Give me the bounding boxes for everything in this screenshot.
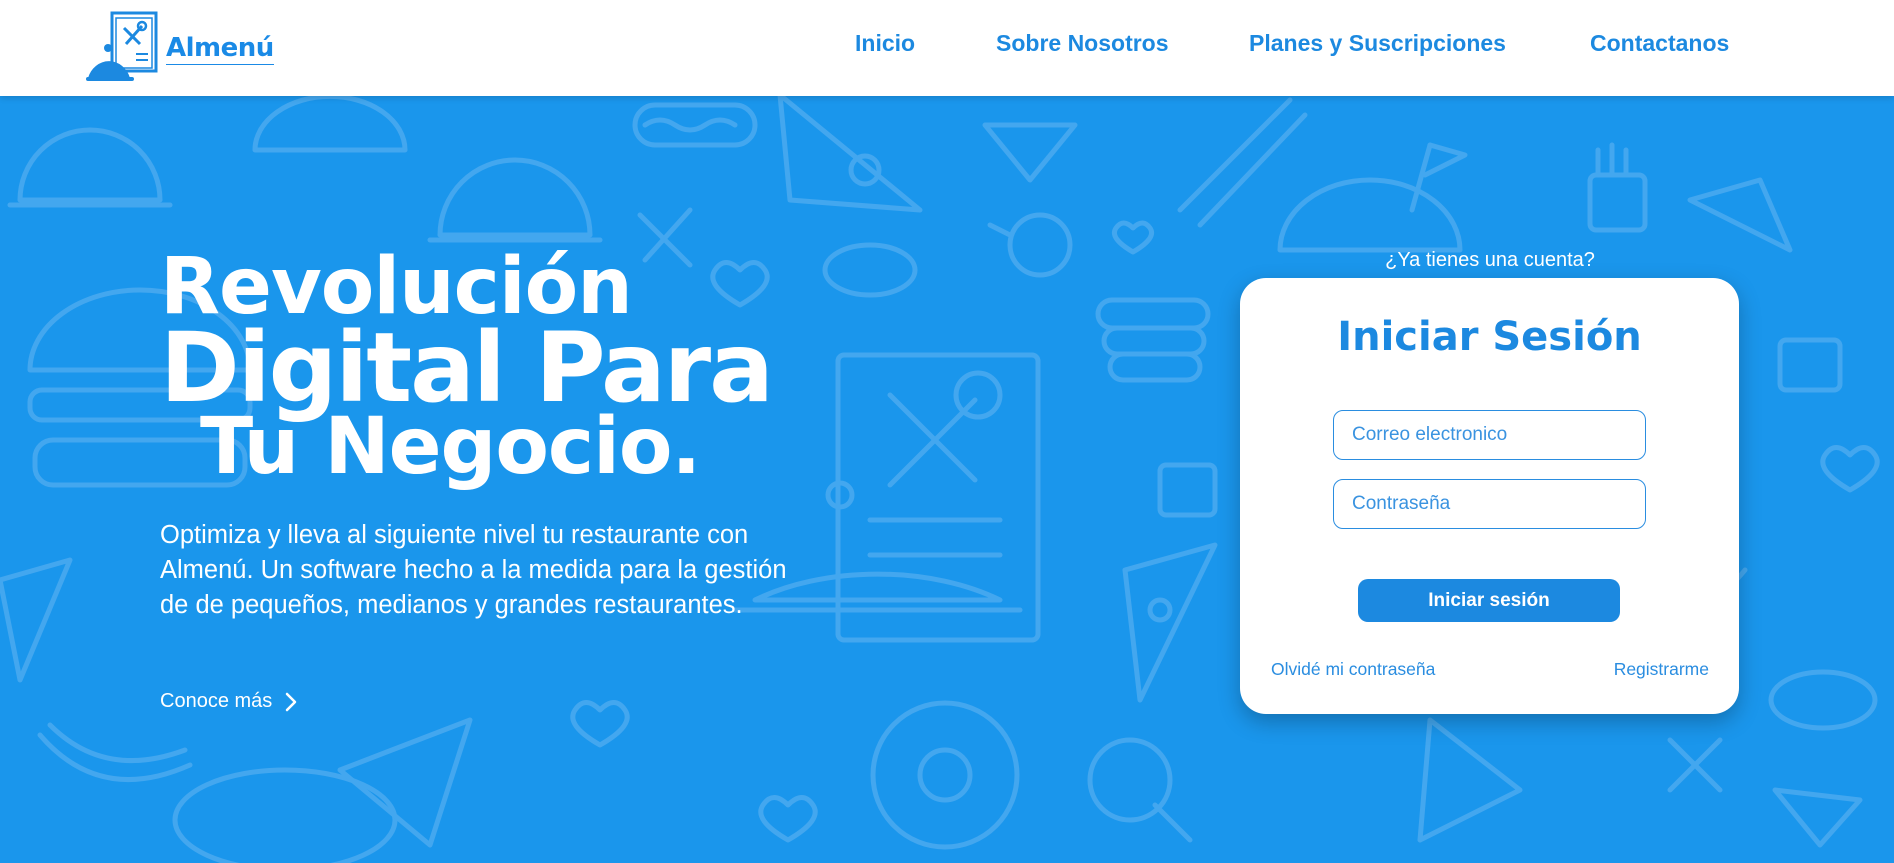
login-card: Iniciar Sesión Iniciar sesión Olvidé mi … [1240, 278, 1739, 714]
nav-item-inicio[interactable]: Inicio [855, 30, 915, 57]
learn-more-link[interactable]: Conoce más [160, 690, 298, 713]
hero-title-line-3: Tu Negocio. [200, 402, 701, 492]
nav-item-sobre-nosotros[interactable]: Sobre Nosotros [996, 30, 1169, 57]
nav-item-planes[interactable]: Planes y Suscripciones [1249, 30, 1506, 57]
forgot-password-link[interactable]: Olvidé mi contraseña [1271, 659, 1435, 680]
nav-item-contactanos[interactable]: Contactanos [1590, 30, 1729, 57]
have-account-prompt: ¿Ya tienes una cuenta? [1385, 249, 1595, 271]
login-button[interactable]: Iniciar sesión [1358, 579, 1620, 622]
main-nav: Inicio Sobre Nosotros Planes y Suscripci… [0, 30, 1894, 64]
chevron-right-icon [286, 692, 297, 711]
site-header: Almenú Inicio Sobre Nosotros Planes y Su… [0, 0, 1894, 96]
hero-description: Optimiza y lleva al siguiente nivel tu r… [160, 521, 787, 619]
login-title: Iniciar Sesión [1337, 314, 1642, 360]
email-field[interactable] [1333, 410, 1646, 460]
learn-more-label: Conoce más [160, 690, 273, 712]
register-link[interactable]: Registrarme [1614, 659, 1709, 680]
password-field[interactable] [1333, 479, 1646, 529]
